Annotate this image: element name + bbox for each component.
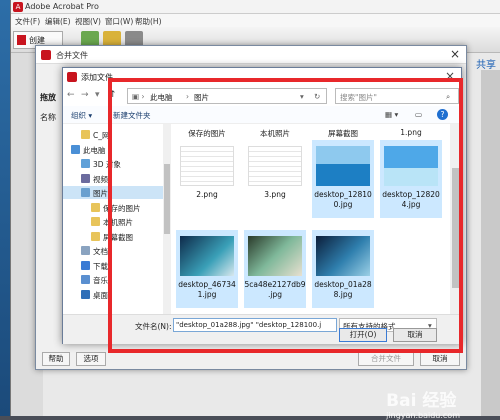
menu-file[interactable]: 文件(F) xyxy=(15,16,40,27)
merge-titlebar: 合并文件 × xyxy=(36,46,466,64)
watermark: Bai 经验 jingyan.baidu.com xyxy=(386,391,460,420)
folder-icon xyxy=(91,202,100,212)
music-icon xyxy=(81,275,90,284)
merge-help-button[interactable]: 帮助 xyxy=(42,352,70,366)
merge-title: 合并文件 xyxy=(56,51,88,60)
menu-edit[interactable]: 编辑(E) xyxy=(45,16,71,27)
merge-cancel-button[interactable]: 取消 xyxy=(420,352,460,366)
acrobat-menubar: 文件(F) 编辑(E) 视图(V) 窗口(W) 帮助(H) xyxy=(11,14,500,27)
back-arrow-icon[interactable]: ← xyxy=(67,90,75,100)
nav-item-label: 此电脑 xyxy=(83,145,106,155)
cube-icon xyxy=(81,159,90,168)
merge-files-button[interactable]: 合并文件 xyxy=(358,352,414,366)
merge-app-icon xyxy=(41,50,51,60)
desktop-icon xyxy=(81,289,90,299)
menu-help[interactable]: 帮助(H) xyxy=(135,16,162,27)
recent-chevron-icon[interactable]: ▾ xyxy=(95,90,100,100)
organize-button[interactable]: 组织 ▾ xyxy=(71,110,92,121)
highlight-annotation xyxy=(108,78,463,353)
acrobat-logo-icon: A xyxy=(13,2,23,12)
folder-icon xyxy=(81,130,90,139)
nav-item-label: 下载 xyxy=(93,261,108,271)
computer-icon xyxy=(71,144,80,154)
nav-item-label: 视频 xyxy=(93,174,108,184)
merge-name-column: 名称 xyxy=(40,113,56,122)
acrobat-right-panel xyxy=(481,70,500,416)
nav-item-label: 图片 xyxy=(93,189,108,198)
menu-window[interactable]: 窗口(W) xyxy=(105,16,133,27)
nav-item-label: 音乐 xyxy=(93,276,108,285)
nav-item-label: 文档 xyxy=(93,247,108,256)
nav-item-label: 桌面 xyxy=(93,290,108,300)
merge-close-icon[interactable]: × xyxy=(450,47,460,61)
menu-view[interactable]: 视图(V) xyxy=(75,16,101,27)
download-icon xyxy=(81,260,90,270)
desktop-background xyxy=(0,0,10,416)
video-icon xyxy=(81,173,90,183)
pictures-icon xyxy=(81,188,90,197)
add-files-icon xyxy=(67,72,77,82)
create-icon xyxy=(17,35,26,45)
document-icon xyxy=(81,246,90,255)
acrobat-title: Adobe Acrobat Pro xyxy=(25,2,99,11)
merge-drop-tab: 拖放 xyxy=(40,93,56,102)
forward-arrow-icon[interactable]: → xyxy=(81,90,89,100)
share-button[interactable]: 共享 xyxy=(476,56,496,71)
acrobat-titlebar: A Adobe Acrobat Pro xyxy=(11,0,500,14)
merge-options-button[interactable]: 选项 xyxy=(76,352,106,366)
folder-icon xyxy=(91,217,100,226)
folder-icon xyxy=(91,231,100,241)
